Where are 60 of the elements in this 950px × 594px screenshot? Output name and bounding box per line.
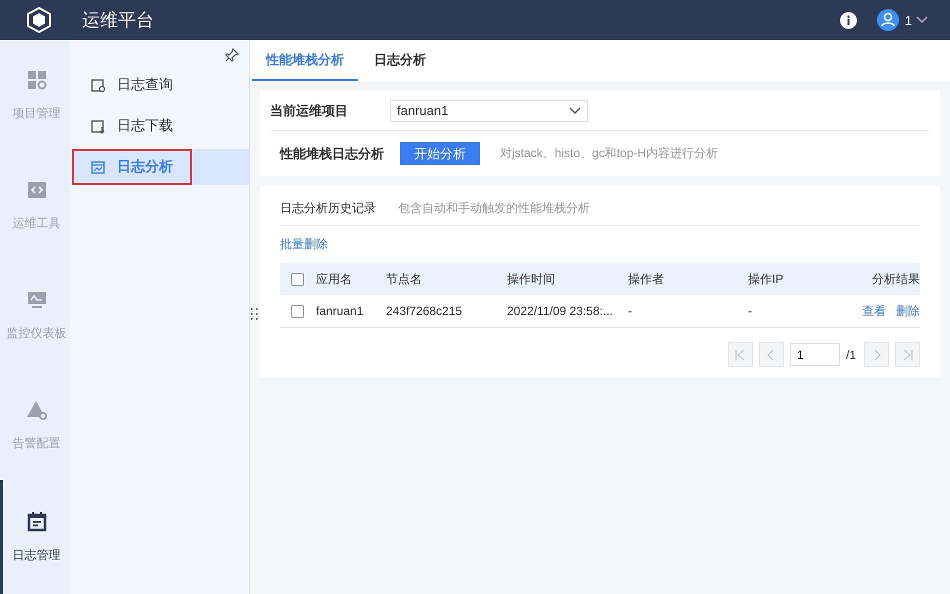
nav-rail-item[interactable]: 运维工具 [0,150,70,260]
tab[interactable]: 日志分析 [360,40,440,81]
project-select[interactable]: fanruan1 [390,100,588,122]
table-cell-text: 2022/11/09 23:58:... [507,304,614,318]
calendar-icon [26,510,48,532]
section-subtitle: 包含自动和手动触发的性能堆栈分析 [398,200,590,217]
table-cell-text: - [628,304,633,318]
nav-rail-item[interactable]: 项目管理 [0,40,70,150]
log-icon [90,118,106,134]
nav-rail-item[interactable]: 监控仪表板 [0,260,70,370]
action-link[interactable]: 查看 [862,302,886,320]
app-title: 运维平台 [82,9,155,32]
caret-icon[interactable] [916,16,928,24]
nav-rail-label: 运维工具 [12,214,60,232]
hint-text: 对jstack、histo、gc和top-H内容进行分析 [500,145,718,162]
alert-icon [26,398,48,420]
user-name[interactable]: 1 [904,12,912,28]
first-page-button[interactable] [728,342,753,367]
drag-handle-icon[interactable] [250,308,260,322]
nav-rail-label: 项目管理 [12,104,60,122]
logo-icon [26,7,52,33]
avatar-icon[interactable] [876,9,899,31]
column-header: 分析结果 [871,270,920,288]
column-header: 操作时间 [507,270,556,288]
first-page-icon [734,348,746,360]
batch-delete-link[interactable]: 批量删除 [280,236,328,253]
chevron-down-icon [569,106,581,114]
submenu-item[interactable]: 日志下载 [70,108,249,144]
nav-rail-label: 监控仪表板 [6,324,66,342]
nav-rail-label: 日志管理 [12,546,60,564]
last-page-icon [902,348,914,360]
info-icon[interactable] [840,12,857,28]
pin-icon[interactable] [225,48,239,62]
column-header: 节点名 [386,270,423,288]
column-header: 操作者 [628,270,665,288]
page-input[interactable]: 1 [790,343,840,366]
prev-page-button[interactable] [758,342,784,367]
log-icon [90,159,106,175]
log-icon [90,77,106,93]
field-label: 性能堆栈日志分析 [280,144,385,162]
grid-icon [26,68,48,90]
section-title: 日志分析历史记录 [280,200,376,217]
last-page-button[interactable] [895,342,920,367]
action-link[interactable]: 删除 [896,302,920,320]
next-page-button[interactable] [864,342,889,367]
nav-rail-label: 告警配置 [12,434,60,452]
start-analysis-button[interactable]: 开始分析 [400,142,480,165]
checkbox[interactable] [291,304,304,318]
table-cell-text: - [748,304,753,318]
checkbox[interactable] [291,272,304,286]
tab[interactable]: 性能堆栈分析 [252,40,358,81]
nav-rail-item[interactable]: 告警配置 [0,370,70,480]
submenu-item[interactable]: 日志查询 [70,67,249,103]
submenu-item[interactable]: 日志分析 [72,149,192,185]
column-header: 操作IP [748,270,784,288]
table-cell-text: 243f7268c215 [386,304,464,318]
column-header: 应用名 [316,270,353,288]
page-total: /1 [846,348,856,362]
field-label: 当前运维项目 [270,102,349,120]
table-cell-text: fanruan1 [316,304,364,318]
